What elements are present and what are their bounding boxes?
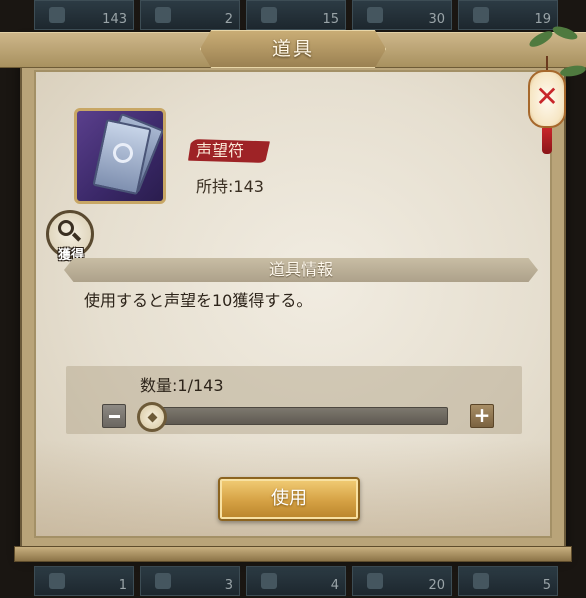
inventory-slot[interactable]: 2 [140, 0, 240, 30]
quantity-slider-knob[interactable] [137, 402, 167, 432]
item-name: 声望符 [196, 141, 245, 160]
plus-icon: + [473, 403, 491, 427]
quantity-slider-track[interactable] [150, 407, 448, 425]
inventory-slot[interactable]: 4 [246, 566, 346, 596]
slot-count: 143 [102, 12, 127, 27]
use-button-label[interactable]: 使用 [218, 477, 360, 521]
close-icon[interactable]: ✕ [532, 82, 562, 112]
inventory-slot[interactable]: 20 [352, 566, 452, 596]
slot-count: 3 [224, 578, 233, 593]
slot-count: 15 [322, 12, 339, 27]
decrease-button[interactable] [102, 404, 126, 428]
slot-count: 19 [534, 12, 551, 27]
slot-count: 4 [330, 578, 339, 593]
dialog-title: 道具 [271, 38, 314, 60]
inventory-slot[interactable]: 3 [140, 566, 240, 596]
slot-count: 1 [118, 578, 127, 593]
slot-count: 5 [542, 578, 551, 593]
info-header: 道具情報 [268, 260, 333, 279]
inventory-slot[interactable]: 19 [458, 0, 558, 30]
item-description: 使用すると声望を10獲得する。 [84, 291, 313, 310]
lantern-tassel [542, 128, 552, 154]
minus-icon [109, 415, 120, 418]
inventory-slot[interactable]: 5 [458, 566, 558, 596]
inventory-slot[interactable]: 143 [34, 0, 134, 30]
item-icon-frame [74, 108, 166, 204]
slot-count: 20 [428, 578, 445, 593]
bottom-rail [14, 546, 572, 562]
increase-button[interactable]: + [470, 404, 494, 428]
quantity-label: 数量:1/143 [140, 376, 224, 395]
slot-count: 2 [224, 12, 233, 27]
inventory-slot[interactable]: 15 [246, 0, 346, 30]
slot-count: 30 [428, 12, 445, 27]
inventory-slot[interactable]: 1 [34, 566, 134, 596]
owned-count: 所持:143 [196, 177, 264, 196]
inventory-slot[interactable]: 30 [352, 0, 452, 30]
